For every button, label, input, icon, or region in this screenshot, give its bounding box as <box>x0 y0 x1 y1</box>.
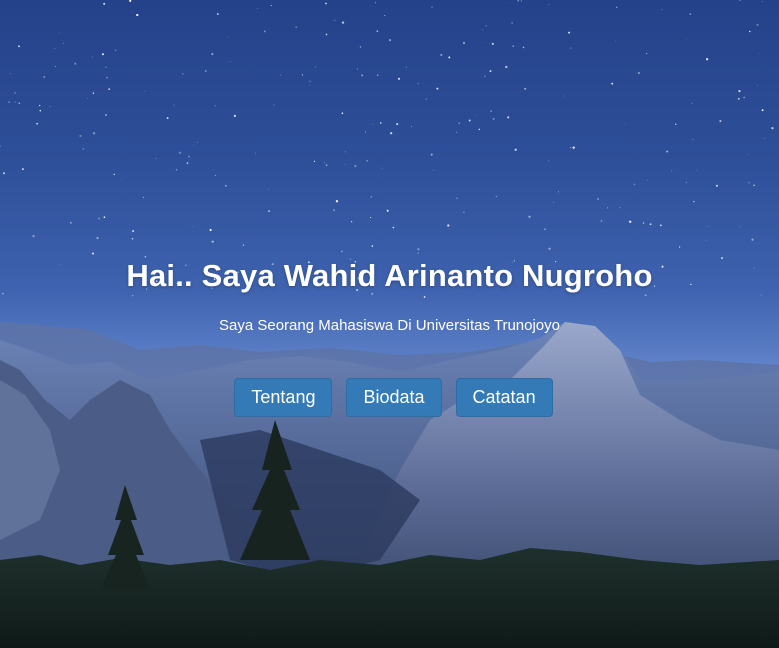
nav-button-group: Tentang Biodata Catatan <box>0 378 779 417</box>
tentang-button[interactable]: Tentang <box>234 378 333 417</box>
page-title: Hai.. Saya Wahid Arinanto Nugroho <box>126 258 653 293</box>
hero-content: Hai.. Saya Wahid Arinanto Nugroho Saya S… <box>0 0 779 648</box>
catatan-button[interactable]: Catatan <box>455 378 553 417</box>
page-subtitle: Saya Seorang Mahasiswa Di Universitas Tr… <box>219 317 560 334</box>
biodata-button[interactable]: Biodata <box>346 378 442 417</box>
hero-section: Hai.. Saya Wahid Arinanto Nugroho Saya S… <box>0 0 779 648</box>
